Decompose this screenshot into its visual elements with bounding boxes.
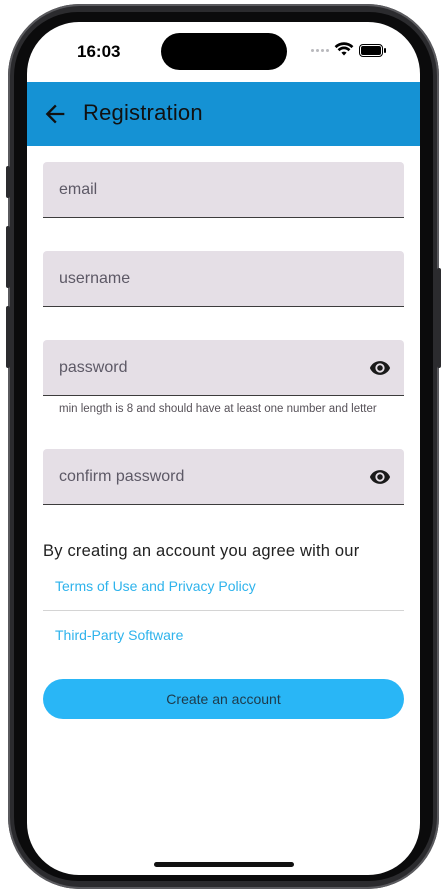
password-field — [43, 340, 404, 396]
signal-icon — [311, 49, 329, 52]
home-indicator[interactable] — [154, 862, 294, 867]
eye-icon[interactable] — [368, 357, 392, 379]
app-bar: Registration — [27, 82, 420, 146]
status-time: 16:03 — [77, 42, 121, 61]
divider — [43, 610, 404, 611]
back-arrow-icon[interactable] — [41, 100, 69, 128]
screen: 16:03 Registration min length is 8 and s… — [27, 22, 420, 875]
third-party-link[interactable]: Third-Party Software — [55, 627, 183, 643]
volume-up-button — [6, 226, 10, 288]
eye-icon[interactable] — [368, 466, 392, 488]
email-input[interactable] — [43, 162, 404, 217]
page-title: Registration — [83, 100, 203, 125]
username-field — [43, 251, 404, 307]
power-button — [437, 268, 441, 368]
email-field — [43, 162, 404, 218]
wifi-icon — [334, 42, 354, 56]
create-account-button[interactable]: Create an account — [43, 679, 404, 719]
password-input[interactable] — [43, 340, 404, 395]
status-bar: 16:03 — [27, 22, 420, 82]
dynamic-island — [161, 33, 287, 70]
username-input[interactable] — [43, 251, 404, 306]
confirm-password-input[interactable] — [43, 449, 404, 504]
agreement-text: By creating an account you agree with ou… — [43, 542, 360, 560]
confirm-password-field — [43, 449, 404, 505]
terms-link[interactable]: Terms of Use and Privacy Policy — [55, 578, 256, 594]
password-helper-text: min length is 8 and should have at least… — [59, 403, 377, 415]
volume-down-button — [6, 306, 10, 368]
action-button — [6, 166, 10, 198]
battery-icon — [359, 44, 386, 57]
